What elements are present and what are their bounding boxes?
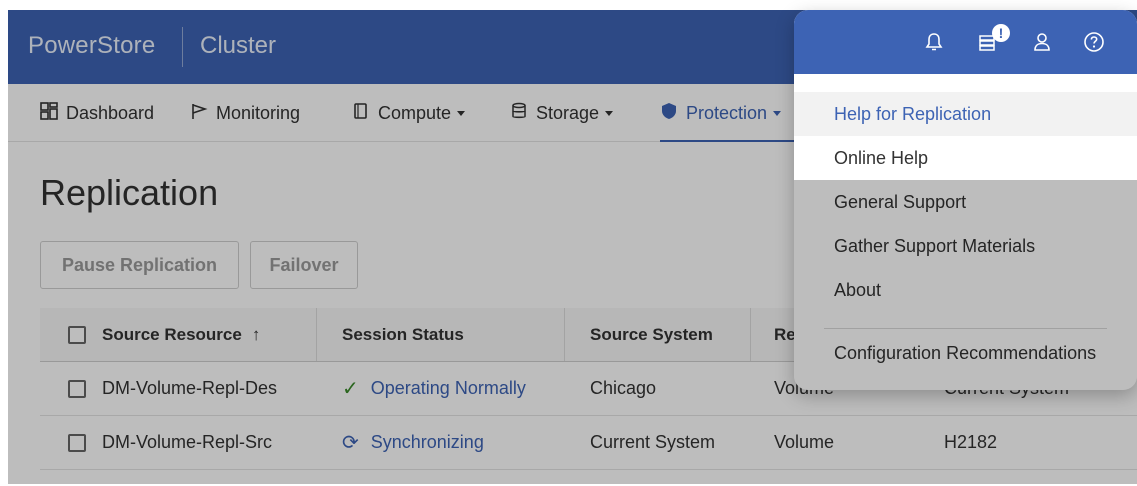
jobs-alert-badge: ! [992,24,1010,42]
menu-item-online-help[interactable]: Online Help [794,136,1137,180]
help-menu-header: ! [794,10,1137,74]
help-icon[interactable] [1080,28,1108,56]
menu-dim-overlay [794,180,1137,390]
menu-item-help-for-replication[interactable]: Help for Replication [794,92,1137,136]
help-menu: ! Help for Replication Online Help Gener… [794,10,1137,390]
bell-icon[interactable] [920,28,948,56]
user-icon[interactable] [1028,28,1056,56]
